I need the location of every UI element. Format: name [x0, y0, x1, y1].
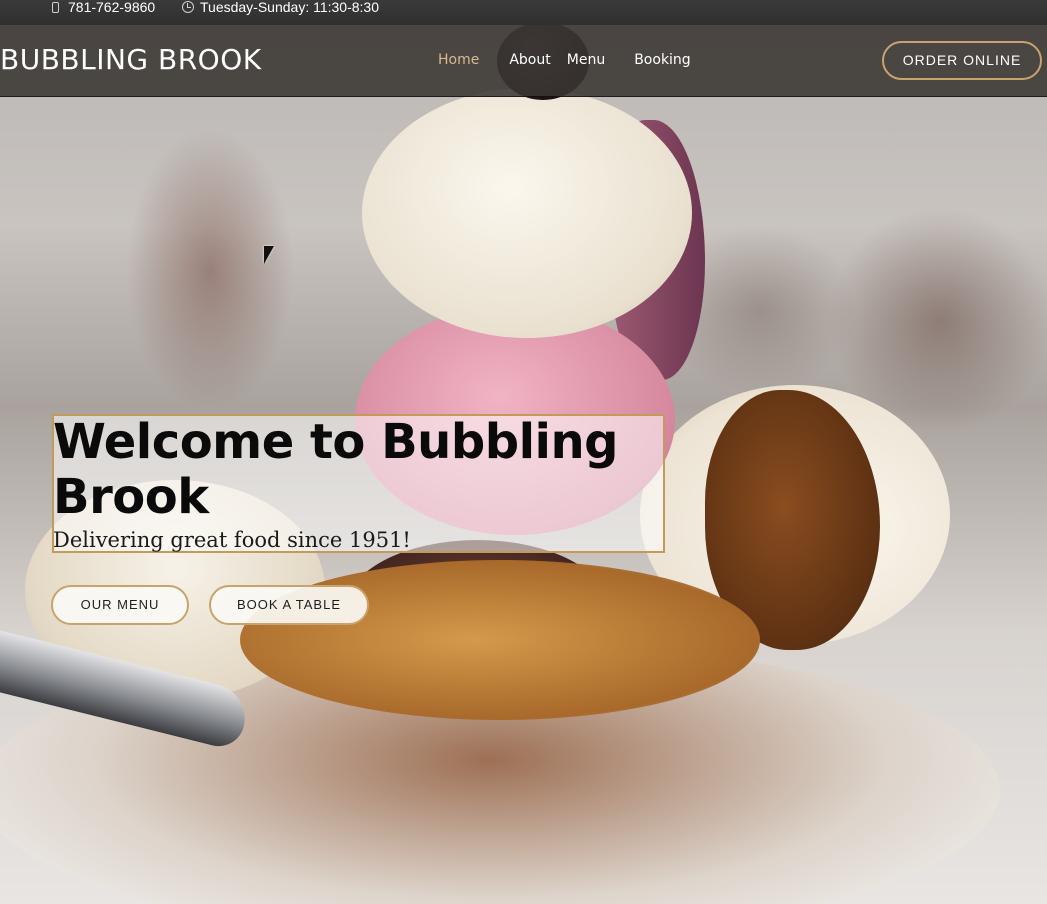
clock-icon [182, 1, 194, 13]
phone-number: 781-762-9860 [68, 0, 156, 15]
hero-subtitle: Delivering great food since 1951! [53, 528, 411, 552]
hero-title: Welcome to Bubbling Brook [53, 414, 619, 525]
phone-info[interactable]: 781-762-9860 [52, 0, 155, 14]
main-navbar: BUBBLING BROOK Home About Menu Booking O… [0, 25, 1047, 97]
hours-info: Tuesday-Sunday: 11:30-8:30 [182, 0, 379, 14]
mouse-cursor [264, 246, 274, 264]
top-info-bar: 781-762-9860 Tuesday-Sunday: 11:30-8:30 [0, 0, 1047, 25]
site-logo[interactable]: BUBBLING BROOK [0, 44, 262, 76]
nav-link-booking[interactable]: Booking [634, 52, 691, 69]
our-menu-button[interactable]: OUR MENU [51, 585, 189, 625]
nav-link-menu[interactable]: Menu [567, 52, 605, 69]
order-online-button[interactable]: ORDER ONLINE [882, 41, 1042, 80]
nav-link-home[interactable]: Home [438, 52, 479, 69]
nav-link-about[interactable]: About [509, 52, 550, 69]
nav-links: Home About Menu Booking [438, 52, 691, 69]
phone-icon [52, 1, 59, 13]
scoop-shape [362, 88, 692, 338]
brittle-shape [240, 560, 760, 720]
opening-hours: Tuesday-Sunday: 11:30-8:30 [200, 0, 380, 15]
book-a-table-button[interactable]: BOOK A TABLE [209, 585, 369, 625]
